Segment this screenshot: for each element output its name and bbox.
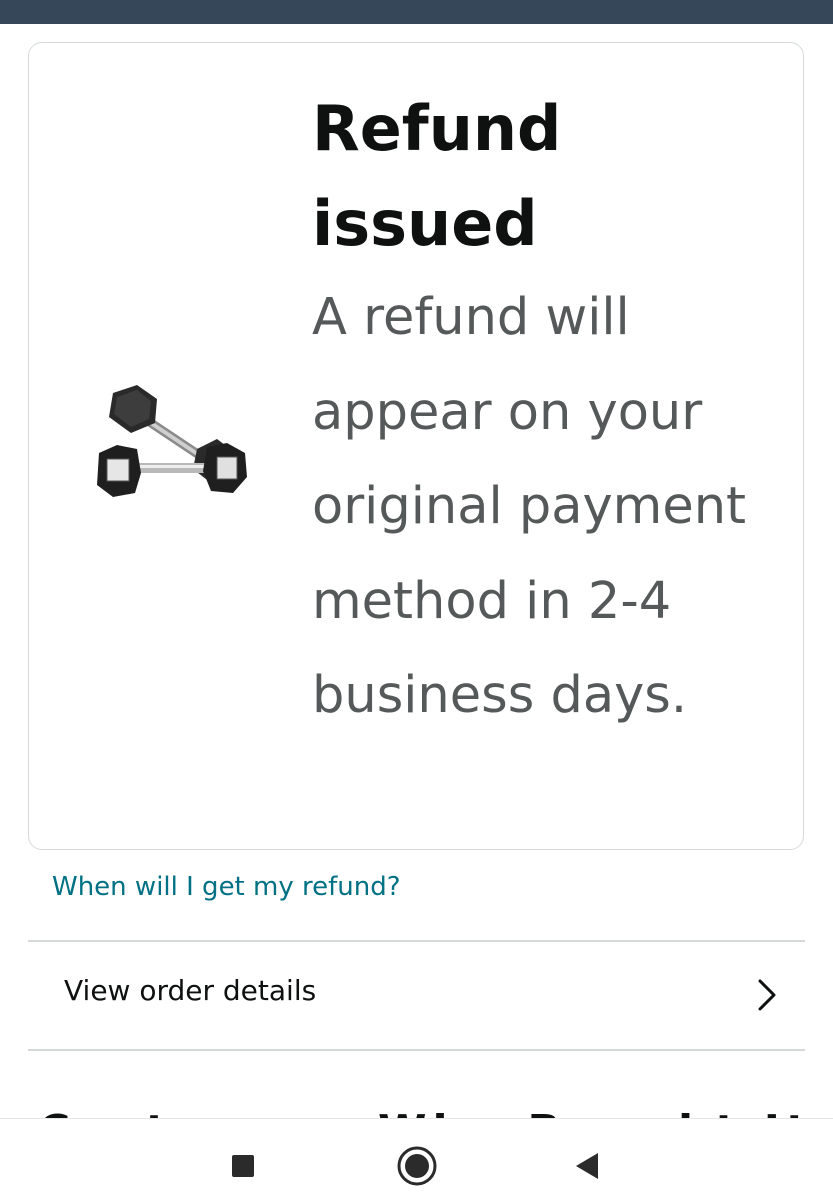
refund-status-title: Refund issued xyxy=(312,92,562,260)
android-navigation-bar xyxy=(0,1118,833,1201)
square-icon[interactable] xyxy=(222,1145,264,1187)
view-order-details-label: View order details xyxy=(64,974,317,1007)
circle-home-icon[interactable] xyxy=(396,1145,438,1187)
divider xyxy=(28,1049,805,1051)
chevron-right-icon xyxy=(758,979,776,1011)
top-status-bar xyxy=(0,0,833,24)
refund-timing-help-link[interactable]: When will I get my refund? xyxy=(52,872,401,902)
triangle-back-icon[interactable] xyxy=(568,1145,610,1187)
refund-status-card: Refund issued A refund will appear on yo… xyxy=(28,42,804,850)
next-section-heading: Customers Who Bought Items in xyxy=(38,1106,810,1118)
refund-status-message: A refund will appear on your original pa… xyxy=(312,288,747,725)
product-image[interactable] xyxy=(93,381,253,511)
view-order-details-row[interactable]: View order details xyxy=(28,942,805,1050)
next-section-heading-clipped: Customers Who Bought Items in xyxy=(30,1100,810,1118)
